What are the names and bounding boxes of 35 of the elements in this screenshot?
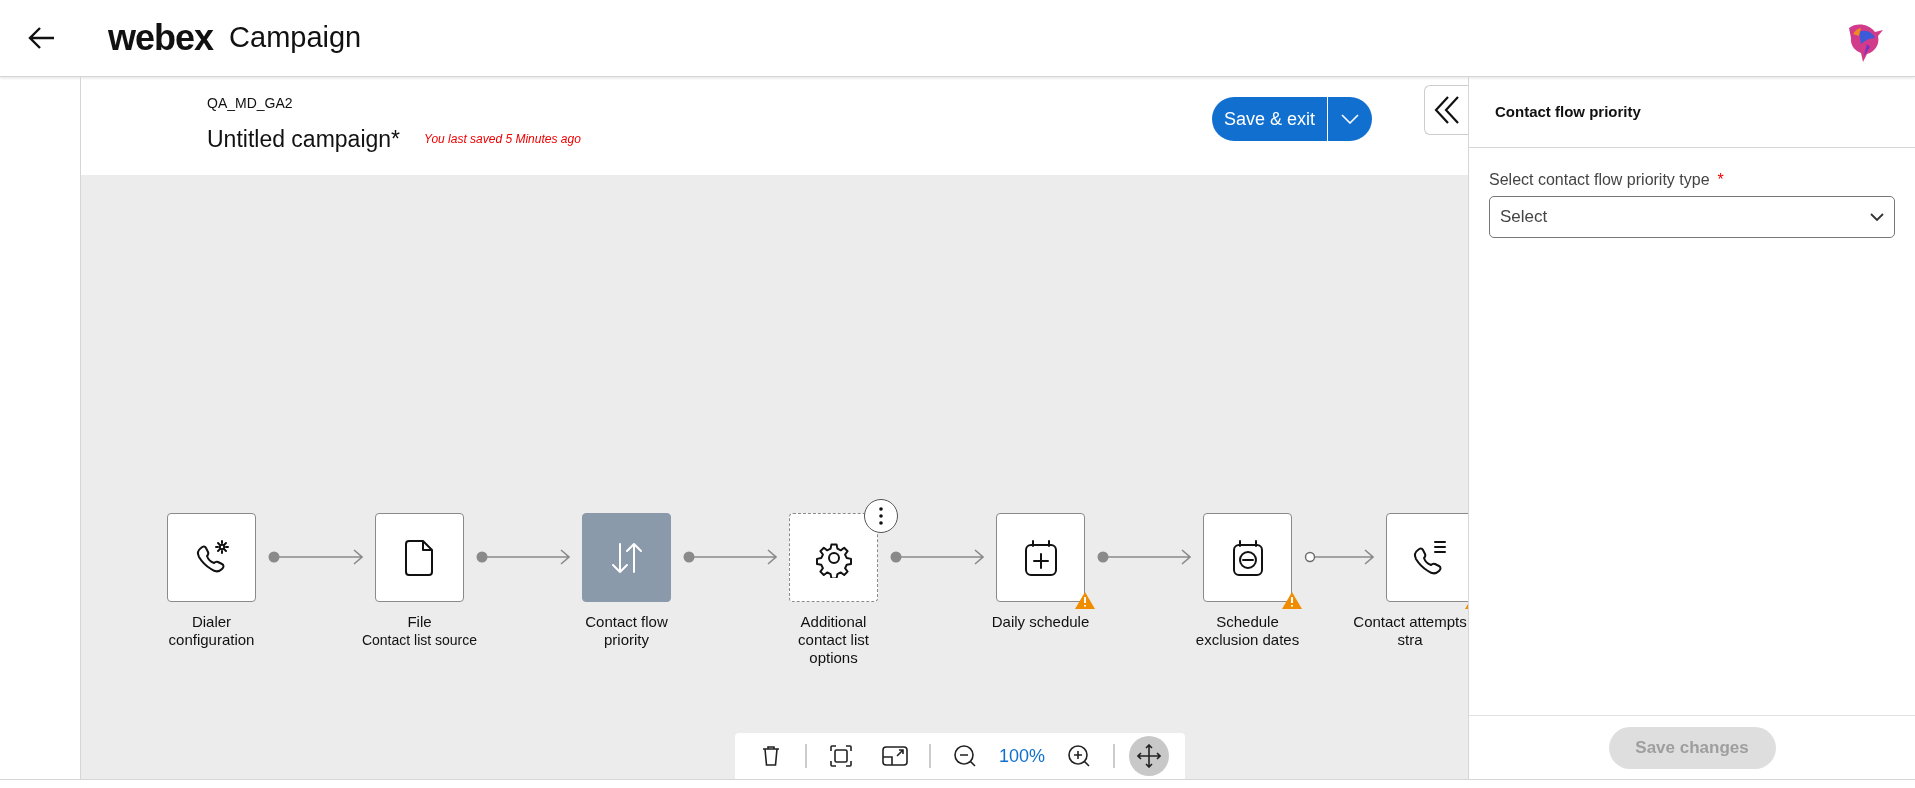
save-exit-button[interactable]: Save & exit (1211, 97, 1328, 141)
caret-icon (1341, 114, 1359, 124)
campaign-name: Untitled campaign* (207, 125, 401, 154)
flow-node[interactable] (167, 513, 256, 602)
node-label: Contact flow priority (584, 613, 669, 649)
zoom-level: 100% (998, 744, 1045, 768)
vertical-dots-icon (879, 507, 883, 525)
collapse-panel-button[interactable] (1424, 85, 1468, 135)
caret-icon (1870, 212, 1884, 222)
node-label: Schedule exclusion dates (1194, 613, 1301, 649)
flow-node[interactable] (1386, 513, 1468, 602)
page-title: Campaign (229, 20, 362, 56)
folder-name: QA_MD_GA2 (207, 94, 294, 113)
flow-node[interactable] (375, 513, 464, 602)
flow-node[interactable] (1203, 513, 1292, 602)
node-sublabel: Contact list source (361, 631, 478, 649)
node-label: Dialer configuration (167, 613, 256, 649)
flow-node[interactable] (789, 513, 878, 602)
flow-node[interactable] (582, 513, 671, 602)
node-label: File (406, 613, 433, 631)
last-saved-note: You last saved 5 Minutes ago (424, 131, 581, 149)
more-options-button[interactable] (864, 499, 898, 533)
node-label: Additional contact list options (797, 613, 870, 667)
double-chevron-icon (1433, 95, 1460, 125)
back-arrow-icon[interactable] (28, 26, 56, 50)
flow-node[interactable] (996, 513, 1085, 602)
required-mark: * (1717, 170, 1724, 190)
priority-type-select[interactable]: Select (1489, 196, 1895, 238)
field-label: Select contact flow priority type (1489, 170, 1710, 190)
pan-icon[interactable] (1128, 736, 1169, 776)
save-options-button[interactable] (1328, 97, 1372, 141)
panel-title: Contact flow priority (1469, 77, 1915, 148)
node-label: Daily schedule (990, 613, 1091, 631)
node-label: Contact attempts stra (1352, 613, 1468, 649)
logo-text: webex (107, 16, 214, 60)
